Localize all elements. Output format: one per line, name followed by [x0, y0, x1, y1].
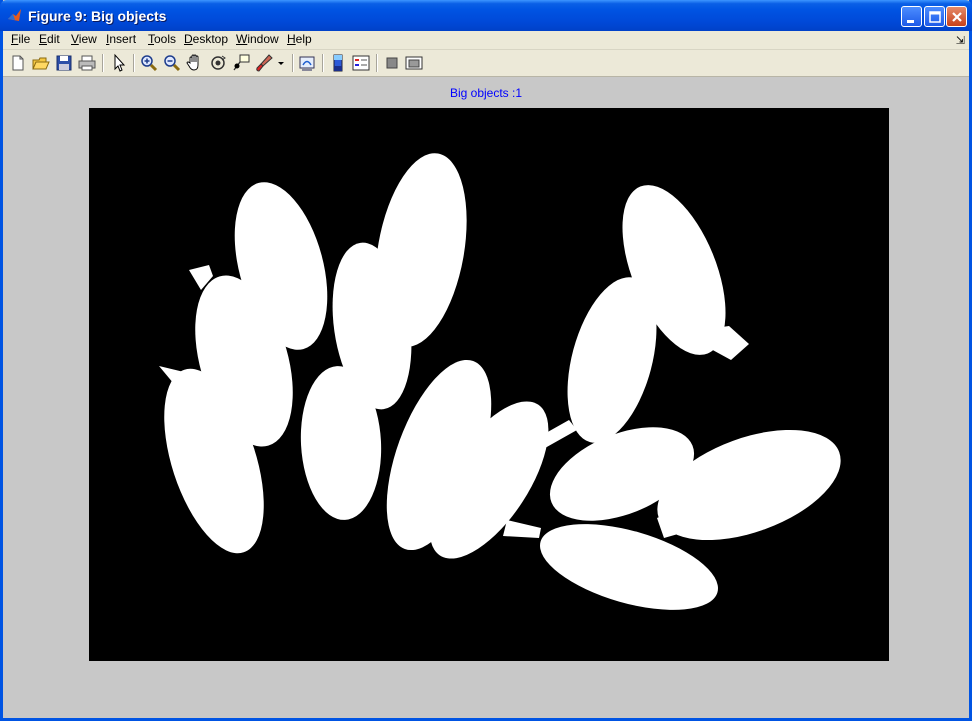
print-icon[interactable] [77, 53, 97, 73]
figure-canvas: Big objects :1 [3, 77, 969, 718]
pan-icon[interactable] [185, 53, 205, 73]
close-icon [952, 12, 962, 22]
menu-view[interactable]: View [71, 32, 97, 46]
maximize-icon [929, 11, 941, 23]
save-icon[interactable] [54, 53, 74, 73]
insert-colorbar-icon[interactable] [328, 53, 348, 73]
menu-window[interactable]: Window [236, 32, 279, 46]
title-bar[interactable]: Figure 9: Big objects [0, 0, 972, 31]
menu-help[interactable]: Help [287, 32, 312, 46]
new-figure-icon[interactable] [8, 53, 28, 73]
window-title: Figure 9: Big objects [28, 8, 167, 24]
menu-bar: File Edit View Insert Tools Desktop Wind… [3, 31, 969, 50]
image-axes[interactable] [89, 108, 889, 661]
figure-toolbar [3, 50, 969, 77]
menu-desktop[interactable]: Desktop [184, 32, 228, 46]
brush-dropdown-icon[interactable] [274, 53, 286, 73]
edit-plot-icon[interactable] [109, 53, 129, 73]
hide-plot-tools-icon[interactable] [382, 53, 402, 73]
binary-image [89, 108, 889, 661]
zoom-in-icon[interactable] [139, 53, 159, 73]
zoom-out-icon[interactable] [162, 53, 182, 73]
data-cursor-icon[interactable] [231, 53, 251, 73]
minimize-icon [907, 20, 914, 23]
axes-title: Big objects :1 [449, 86, 523, 100]
figure-window: Figure 9: Big objects File Edit View Ins… [0, 0, 972, 721]
close-button[interactable] [946, 6, 967, 27]
open-file-icon[interactable] [31, 53, 51, 73]
rotate-3d-icon[interactable] [208, 53, 228, 73]
show-plot-tools-icon[interactable] [404, 53, 424, 73]
menu-edit[interactable]: Edit [39, 32, 60, 46]
matlab-icon[interactable] [7, 8, 22, 23]
link-plot-icon[interactable] [297, 53, 317, 73]
menu-file[interactable]: File [11, 32, 30, 46]
maximize-button[interactable] [924, 6, 945, 27]
brush-icon[interactable] [254, 53, 274, 73]
minimize-button[interactable] [901, 6, 922, 27]
insert-legend-icon[interactable] [351, 53, 371, 73]
menu-tools[interactable]: Tools [148, 32, 176, 46]
menu-insert[interactable]: Insert [106, 32, 136, 46]
dock-arrow-icon[interactable]: ⇲ [956, 34, 965, 47]
